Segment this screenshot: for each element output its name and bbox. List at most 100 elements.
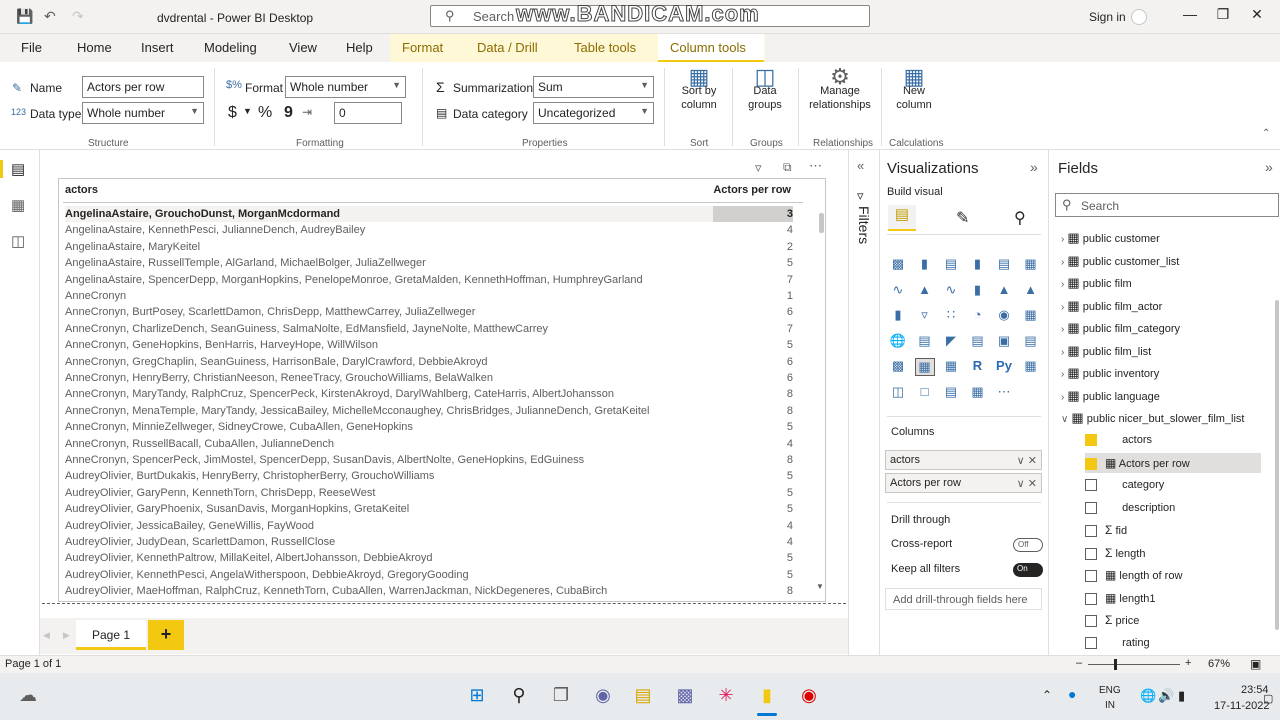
data-category-select[interactable]: Uncategorized ▼: [533, 102, 654, 124]
visual-type-icon[interactable]: ▩: [888, 256, 908, 274]
field-checkbox[interactable]: [1085, 479, 1097, 492]
table-row[interactable]: AudreyOlivier, GaryPhoenix, SusanDavis, …: [65, 501, 793, 517]
cell-actors[interactable]: AudreyOlivier, MaeHoffman, RalphCruz, Ke…: [65, 585, 607, 597]
search-icon[interactable]: ⚲: [507, 685, 531, 709]
redo-icon[interactable]: ↷: [72, 8, 84, 25]
language-code[interactable]: ENG: [1099, 685, 1121, 696]
field-table[interactable]: › ▦ public film_category: [1061, 318, 1180, 338]
cell-actors-per-row[interactable]: 5: [713, 468, 793, 484]
report-view-icon[interactable]: ▤: [11, 160, 25, 178]
summarization-select[interactable]: Sum ▼: [533, 76, 654, 98]
table-row[interactable]: AudreyOlivier, BurtDukakis, HenryBerry, …: [65, 468, 793, 484]
scroll-down-icon[interactable]: ▼: [816, 582, 824, 591]
field-table[interactable]: › ▦ public film_actor: [1061, 296, 1162, 316]
manage-relationships-button[interactable]: ⚙ Manage relationships: [806, 66, 874, 112]
page-tab-1[interactable]: Page 1: [76, 620, 146, 650]
expand-right-icon[interactable]: »: [1030, 159, 1038, 175]
new-column-button[interactable]: ▦ New column: [888, 66, 940, 112]
visual-type-icon[interactable]: ▤: [941, 256, 961, 274]
table-row[interactable]: AngelinaAstaire, SpencerDepp, MorganHopk…: [65, 272, 793, 288]
column-header-actors[interactable]: actors: [65, 184, 98, 196]
tab-format[interactable]: Format: [402, 40, 443, 55]
visual-type-icon[interactable]: ▲: [994, 282, 1014, 300]
cell-actors[interactable]: AudreyOlivier, GaryPenn, KennethTorn, Ch…: [65, 487, 375, 499]
cell-actors-per-row[interactable]: 7: [713, 272, 793, 288]
fields-search-input[interactable]: ⚲ Search: [1055, 193, 1279, 217]
table-row[interactable]: AnneCronyn, GregChaplin, SeanGuiness, Ha…: [65, 354, 793, 370]
field-checkbox[interactable]: [1085, 525, 1097, 538]
microphone-icon[interactable]: ●: [1068, 686, 1076, 702]
filter-icon[interactable]: ▿: [755, 160, 762, 176]
cell-actors[interactable]: AnneCronyn, HenryBerry, ChristianNeeson,…: [65, 372, 493, 384]
chevron-right-icon[interactable]: ›: [1061, 234, 1064, 245]
visual-type-icon[interactable]: ▦: [1021, 358, 1041, 376]
zoom-slider-thumb[interactable]: [1114, 659, 1117, 670]
cell-actors[interactable]: AngelinaAstaire, RussellTemple, AlGarlan…: [65, 257, 426, 269]
tab-file[interactable]: File: [21, 40, 42, 55]
field-column[interactable]: Σ fid: [1085, 520, 1261, 540]
column-header-actors-per-row[interactable]: Actors per row: [713, 184, 791, 196]
field-table[interactable]: › ▦ public language: [1061, 386, 1160, 406]
tab-modeling[interactable]: Modeling: [204, 40, 257, 55]
visual-type-icon[interactable]: ▤: [1021, 333, 1041, 351]
cell-actors[interactable]: AngelinaAstaire, KennethPesci, JulianneD…: [65, 224, 365, 236]
visual-type-icon[interactable]: ⋯: [994, 384, 1014, 402]
cell-actors[interactable]: AnneCronyn, RussellBacall, CubaAllen, Ju…: [65, 438, 334, 450]
cell-actors[interactable]: AnneCronyn: [65, 290, 126, 302]
data-groups-button[interactable]: ◫ Data groups: [738, 66, 792, 112]
cell-actors-per-row[interactable]: 6: [713, 354, 793, 370]
visual-type-icon[interactable]: ∿: [941, 282, 961, 300]
tab-insert[interactable]: Insert: [141, 40, 174, 55]
table-row[interactable]: AnneCronyn, SpencerPeck, JimMostel, Spen…: [65, 452, 793, 468]
notifications-icon[interactable]: ▢: [1263, 692, 1273, 705]
chat-icon[interactable]: ◉: [591, 685, 615, 709]
table-row[interactable]: AnneCronyn, RussellBacall, CubaAllen, Ju…: [65, 436, 793, 452]
zoom-out-icon[interactable]: –: [1076, 657, 1082, 669]
field-column[interactable]: description: [1085, 498, 1261, 518]
build-visual-icon[interactable]: ▤: [888, 205, 916, 231]
field-table[interactable]: › ▦ public inventory: [1061, 363, 1159, 383]
add-page-button[interactable]: +: [148, 620, 184, 650]
visual-type-icon[interactable]: ▦: [1021, 256, 1041, 274]
cell-actors[interactable]: AnneCronyn, CharlizeDench, SeanGuiness, …: [65, 323, 548, 335]
cell-actors[interactable]: AudreyOlivier, GaryPhoenix, SusanDavis, …: [65, 503, 409, 515]
battery-icon[interactable]: ▮: [1178, 688, 1185, 704]
visual-type-icon[interactable]: ▤: [968, 333, 988, 351]
visual-type-icon[interactable]: ∷: [941, 307, 961, 325]
visual-type-icon[interactable]: ▲: [1021, 282, 1041, 300]
slack-icon[interactable]: ✳: [714, 685, 738, 709]
chevron-right-icon[interactable]: ›: [1061, 302, 1064, 313]
cell-actors-per-row[interactable]: 5: [713, 255, 793, 271]
visual-type-icon[interactable]: ▮: [968, 282, 988, 300]
field-checkbox[interactable]: [1085, 636, 1097, 649]
visual-type-icon[interactable]: □: [915, 384, 935, 402]
field-column[interactable]: ▦ length1: [1085, 588, 1261, 608]
cell-actors[interactable]: AngelinaAstaire, SpencerDepp, MorganHopk…: [65, 274, 643, 286]
sign-in-link[interactable]: Sign in: [1089, 10, 1126, 24]
visual-type-icon[interactable]: ▤: [915, 333, 935, 351]
cell-actors-per-row[interactable]: 5: [713, 567, 793, 583]
account-icon[interactable]: [1131, 9, 1147, 25]
cell-actors-per-row[interactable]: 8: [713, 386, 793, 402]
visual-type-icon[interactable]: ◫: [888, 384, 908, 402]
field-column[interactable]: rating: [1085, 633, 1261, 653]
visual-type-icon[interactable]: ▦: [1021, 307, 1041, 325]
keep-filters-toggle[interactable]: On: [1013, 563, 1043, 577]
field-column[interactable]: Σ price: [1085, 610, 1261, 630]
file-explorer-icon[interactable]: ▤: [631, 685, 655, 709]
cross-report-toggle[interactable]: Off: [1013, 538, 1043, 552]
field-checkbox[interactable]: [1085, 570, 1097, 583]
cell-actors[interactable]: AudreyOlivier, JessicaBailey, GeneWillis…: [65, 520, 314, 532]
cell-actors-per-row[interactable]: 4: [713, 518, 793, 534]
field-checkbox[interactable]: [1085, 457, 1097, 470]
table-row[interactable]: AnneCronyn, MaryTandy, RalphCruz, Spence…: [65, 386, 793, 402]
cell-actors[interactable]: AnneCronyn, BurtPosey, ScarlettDamon, Ch…: [65, 306, 475, 318]
table-row[interactable]: AnneCronyn 1: [65, 288, 793, 304]
field-table[interactable]: ∨ ▦ public nicer_but_slower_film_list: [1061, 408, 1245, 428]
record-icon[interactable]: ◉: [797, 685, 821, 709]
scrollbar-thumb[interactable]: [1275, 300, 1279, 630]
cell-actors-per-row[interactable]: 4: [713, 436, 793, 452]
restore-icon[interactable]: ❐: [1213, 6, 1233, 23]
cell-actors[interactable]: AudreyOlivier, KennethPesci, AngelaWithe…: [65, 569, 469, 581]
weather-icon[interactable]: ☁: [16, 685, 40, 709]
